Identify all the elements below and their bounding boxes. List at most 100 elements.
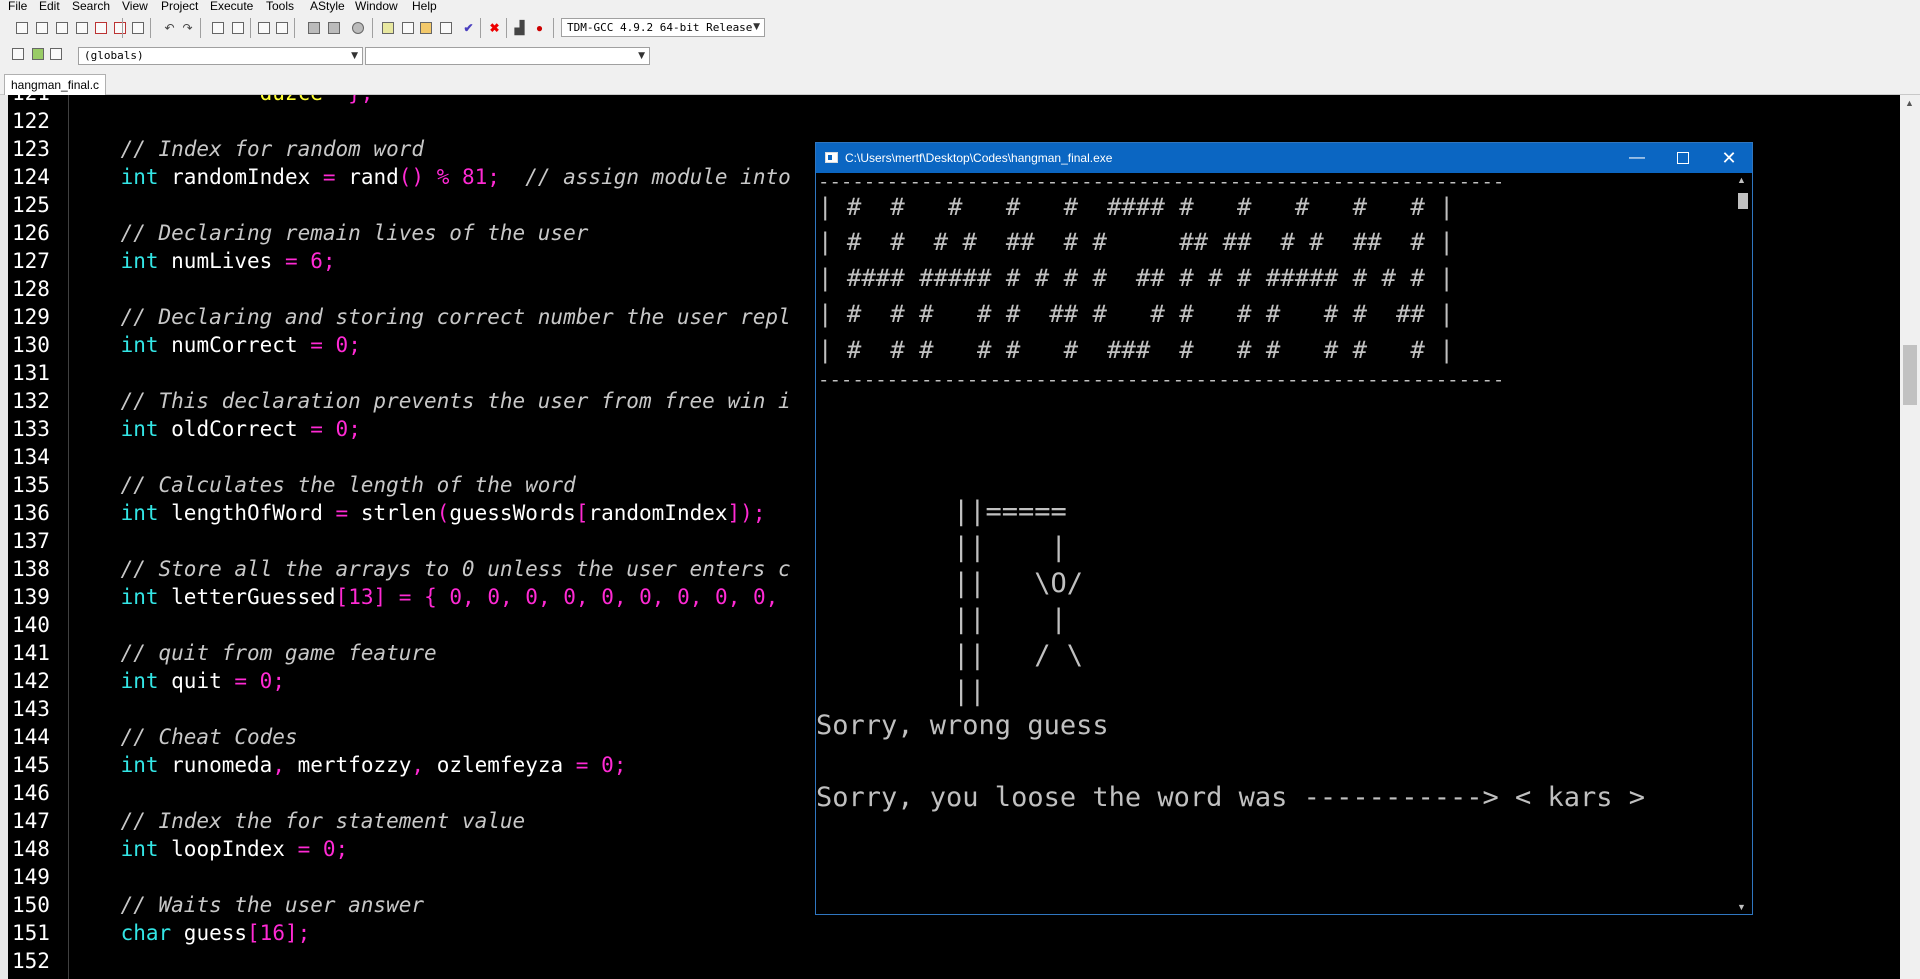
code-text: int randomIndex = rand() % 81; // assign… — [70, 163, 791, 191]
code-text: // Declaring and storing correct number … — [70, 303, 791, 331]
code-token: guessWords — [449, 501, 576, 525]
code-token: = — [335, 501, 349, 525]
console-scrollbar[interactable]: ▲ ▼ — [1734, 173, 1751, 914]
code-text: // Calculates the length of the word — [70, 471, 576, 499]
toggle-comment-icon[interactable] — [350, 20, 365, 35]
maximize-icon[interactable] — [1660, 143, 1706, 173]
new-project-icon[interactable] — [380, 20, 395, 35]
menu-item-tools[interactable]: Tools — [266, 0, 294, 13]
code-token: ; — [322, 249, 336, 273]
console-app-icon — [825, 152, 838, 163]
menu-item-help[interactable]: Help — [412, 0, 437, 13]
line-number: 122 — [12, 109, 50, 133]
code-token: { — [411, 585, 437, 609]
chevron-up-icon[interactable]: ▲ — [1905, 98, 1914, 108]
editor-scrollbar[interactable]: ▲ — [1900, 95, 1920, 979]
chevron-down-icon[interactable]: ▼ — [1737, 902, 1746, 912]
stop-icon[interactable]: ✖ — [487, 20, 502, 35]
code-token: , — [651, 585, 665, 609]
code-token: ; — [335, 837, 349, 861]
code-token: oldCorrect — [158, 417, 311, 441]
line-number: 124 — [12, 165, 50, 189]
line-number: 135 — [12, 473, 50, 497]
code-token: randomIndex — [588, 501, 728, 525]
line-number: 152 — [12, 949, 50, 973]
chart-icon[interactable]: ▟ — [512, 20, 527, 35]
toolbar-divider — [250, 18, 251, 38]
menu-item-search[interactable]: Search — [72, 0, 110, 13]
scrollbar-thumb[interactable] — [1903, 345, 1917, 405]
code-text: int lengthOfWord = strlen(guessWords[ran… — [70, 499, 766, 527]
unindent-icon[interactable] — [326, 20, 341, 35]
bookmark-toggle-icon[interactable] — [48, 46, 63, 61]
code-token: = — [297, 837, 311, 861]
code-token: , — [499, 585, 513, 609]
menu-item-execute[interactable]: Execute — [210, 0, 253, 13]
save-all-icon[interactable] — [74, 20, 89, 35]
chevron-up-icon[interactable]: ▲ — [1737, 175, 1746, 185]
code-token: , — [411, 753, 425, 777]
line-number: 144 — [12, 725, 50, 749]
member-select[interactable]: ▼ — [365, 47, 650, 65]
new-file-icon[interactable] — [14, 20, 29, 35]
line-number: 131 — [12, 361, 50, 385]
code-token: 0 — [474, 585, 500, 609]
code-token: = — [310, 417, 323, 441]
menu-item-view[interactable]: View — [122, 0, 148, 13]
window-icon[interactable] — [400, 20, 415, 35]
check-syntax-icon[interactable]: ✔ — [461, 20, 476, 35]
goto-icon[interactable] — [30, 46, 45, 61]
code-token: 0 — [322, 333, 349, 357]
console-window[interactable]: C:\Users\mertf\Desktop\Codes\hangman_fin… — [815, 142, 1753, 915]
indent-icon[interactable] — [306, 20, 321, 35]
code-token: 0 — [436, 585, 463, 609]
console-line: | # # # # ## # # ## ## # # ## # | — [818, 228, 1454, 256]
class-browser-icon[interactable] — [418, 20, 433, 35]
tile-icon[interactable] — [438, 20, 453, 35]
tab-hangman-final[interactable]: hangman_final.c — [4, 74, 107, 96]
code-token: // Declaring and storing correct number … — [70, 305, 791, 329]
insert-icon[interactable] — [10, 46, 25, 61]
print-icon[interactable] — [130, 20, 145, 35]
line-number: 125 — [12, 193, 50, 217]
scope-select-value: (globals) — [84, 49, 144, 62]
menu-item-project[interactable]: Project — [161, 0, 198, 13]
minimize-icon[interactable]: — — [1614, 143, 1660, 173]
code-token: ] — [373, 585, 387, 609]
undo-icon[interactable]: ↶ — [162, 20, 177, 35]
toolbar-divider — [506, 18, 507, 38]
console-titlebar[interactable]: C:\Users\mertf\Desktop\Codes\hangman_fin… — [816, 143, 1752, 173]
close-icon[interactable]: ✕ — [1706, 143, 1752, 173]
find-icon[interactable] — [210, 20, 225, 35]
code-token: // Calculates the length of the word — [70, 473, 576, 497]
code-token: int — [70, 669, 159, 693]
toolbar-divider — [200, 18, 201, 38]
code-token: runomeda — [158, 753, 273, 777]
replace-icon[interactable] — [230, 20, 245, 35]
menu-item-edit[interactable]: Edit — [39, 0, 60, 13]
code-token: ; — [348, 417, 361, 441]
line-number: 150 — [12, 893, 50, 917]
code-token: quit — [158, 669, 235, 693]
open-file-icon[interactable] — [34, 20, 49, 35]
goto-line-icon[interactable] — [256, 20, 271, 35]
bookmark-icon[interactable] — [274, 20, 289, 35]
menu-item-window[interactable]: Window — [355, 0, 398, 13]
close-file-icon[interactable] — [93, 20, 108, 35]
scope-select[interactable]: (globals) ▼ — [78, 47, 363, 65]
line-number: 132 — [12, 389, 50, 413]
code-text: char guess[16]; — [70, 919, 311, 947]
scrollbar-thumb[interactable] — [1738, 193, 1748, 209]
save-icon[interactable] — [54, 20, 69, 35]
profile-icon[interactable]: ● — [532, 20, 547, 35]
menu-item-astyle[interactable]: AStyle — [310, 0, 345, 13]
toolbar-divider — [480, 18, 481, 38]
close-all-icon[interactable] — [112, 20, 127, 35]
console-line: | # # # # # # ### # # # # # # | — [818, 336, 1454, 364]
code-token: mertfozzy — [284, 753, 412, 777]
code-token: 0 — [702, 585, 728, 609]
redo-icon[interactable]: ↷ — [180, 20, 195, 35]
compiler-select[interactable]: TDM-GCC 4.9.2 64-bit Release ▼ — [561, 18, 765, 37]
menu-item-file[interactable]: File — [8, 0, 27, 13]
console-line: | # # # # # #### # # # # # | — [818, 193, 1454, 221]
